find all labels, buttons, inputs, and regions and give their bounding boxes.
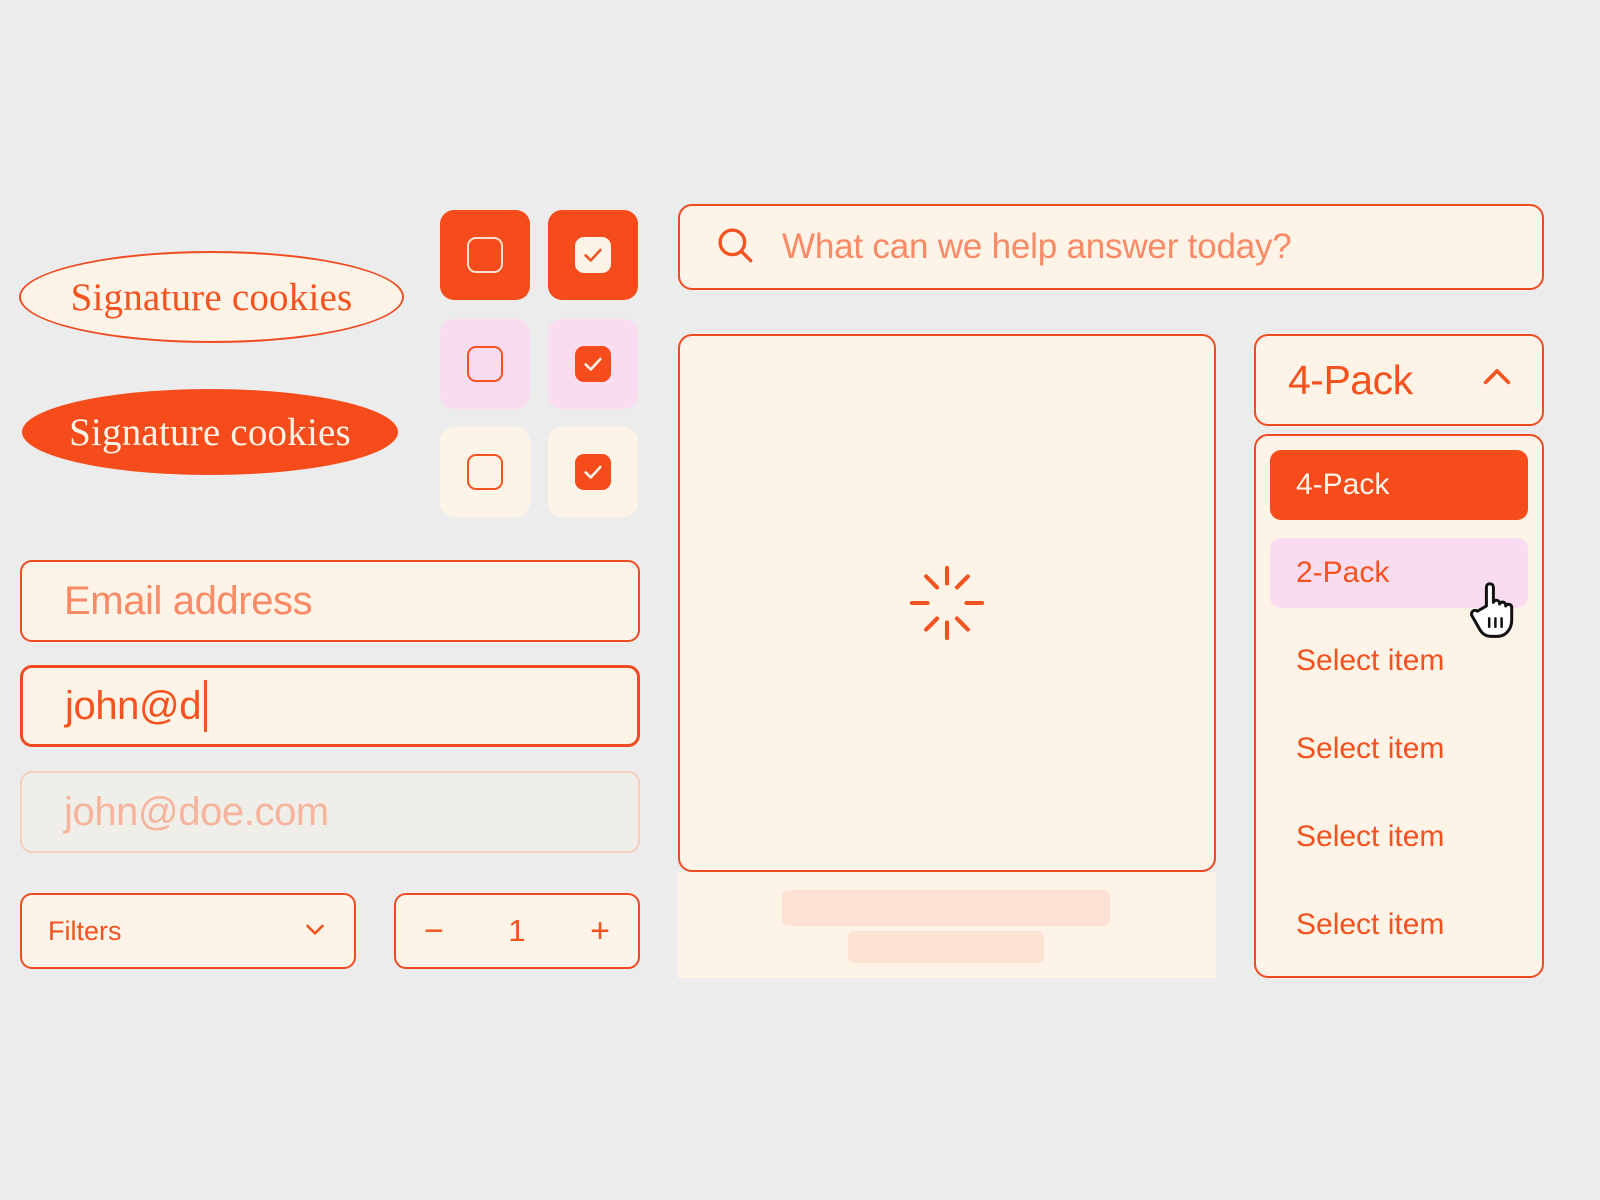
email-field-empty[interactable]: Email address [20,560,640,642]
search-bar[interactable]: What can we help answer today? [678,204,1544,290]
stepper-value: 1 [508,913,526,948]
dropdown-option-label: Select item [1296,644,1445,677]
checkbox-empty-icon [467,237,503,273]
pill-label: Signature cookies [69,410,351,454]
loading-card [678,334,1216,872]
checkbox-tile-cream-unchecked[interactable] [440,427,530,517]
email-field-active[interactable]: john@d [20,665,640,747]
checkbox-empty-icon [467,454,503,490]
skeleton-bar [782,890,1110,926]
text-caret [204,680,208,732]
pack-size-dropdown-trigger[interactable]: 4-Pack [1254,334,1544,426]
checkbox-tile-cream-checked[interactable] [548,427,638,517]
checkbox-tile-orange-unchecked[interactable] [440,210,530,300]
dropdown-option-4-pack[interactable]: 4-Pack [1270,450,1528,520]
skeleton-bar [848,931,1044,963]
pack-size-dropdown-panel: 4-Pack 2-Pack Select item Select item Se… [1254,434,1544,978]
dropdown-option-label: 2-Pack [1296,556,1390,589]
chevron-down-icon [300,914,330,949]
dropdown-option-2-pack[interactable]: 2-Pack [1270,538,1528,608]
search-input[interactable]: What can we help answer today? [782,227,1292,267]
search-icon [714,224,756,271]
dropdown-option-label: Select item [1296,908,1445,941]
checkbox-checked-icon [575,346,611,382]
stepper-decrement-button[interactable]: − [424,914,444,948]
email-field-disabled: john@doe.com [20,771,640,853]
dropdown-option-select-item[interactable]: Select item [1270,802,1528,872]
pill-outline-signature-cookies[interactable]: Signature cookies [19,251,404,343]
email-field-value: john@d [65,683,202,728]
dropdown-option-select-item[interactable]: Select item [1270,890,1528,960]
checkbox-tile-orange-checked[interactable] [548,210,638,300]
dropdown-option-select-item[interactable]: Select item [1270,714,1528,784]
spinner-icon [908,564,986,642]
pack-size-dropdown-value: 4-Pack [1288,356,1413,403]
dropdown-option-label: Select item [1296,820,1445,853]
email-field-placeholder: Email address [64,578,313,623]
checkbox-empty-icon [467,346,503,382]
filters-select[interactable]: Filters [20,893,356,969]
dropdown-option-select-item[interactable]: Select item [1270,626,1528,696]
pill-label: Signature cookies [70,275,353,319]
quantity-stepper[interactable]: − 1 + [394,893,640,969]
pill-solid-signature-cookies[interactable]: Signature cookies [22,389,398,475]
dropdown-option-label: Select item [1296,732,1445,765]
checkbox-checked-icon [575,237,611,273]
chevron-up-icon[interactable] [1476,357,1518,404]
email-field-disabled-value: john@doe.com [64,789,329,834]
dropdown-option-label: 4-Pack [1296,468,1390,501]
filters-label: Filters [48,915,122,946]
checkbox-tile-pink-unchecked[interactable] [440,319,530,409]
checkbox-checked-icon [575,454,611,490]
checkbox-tile-pink-checked[interactable] [548,319,638,409]
ui-kit-canvas: Signature cookies Signature cookies What… [0,0,1600,1200]
stepper-increment-button[interactable]: + [590,914,610,948]
